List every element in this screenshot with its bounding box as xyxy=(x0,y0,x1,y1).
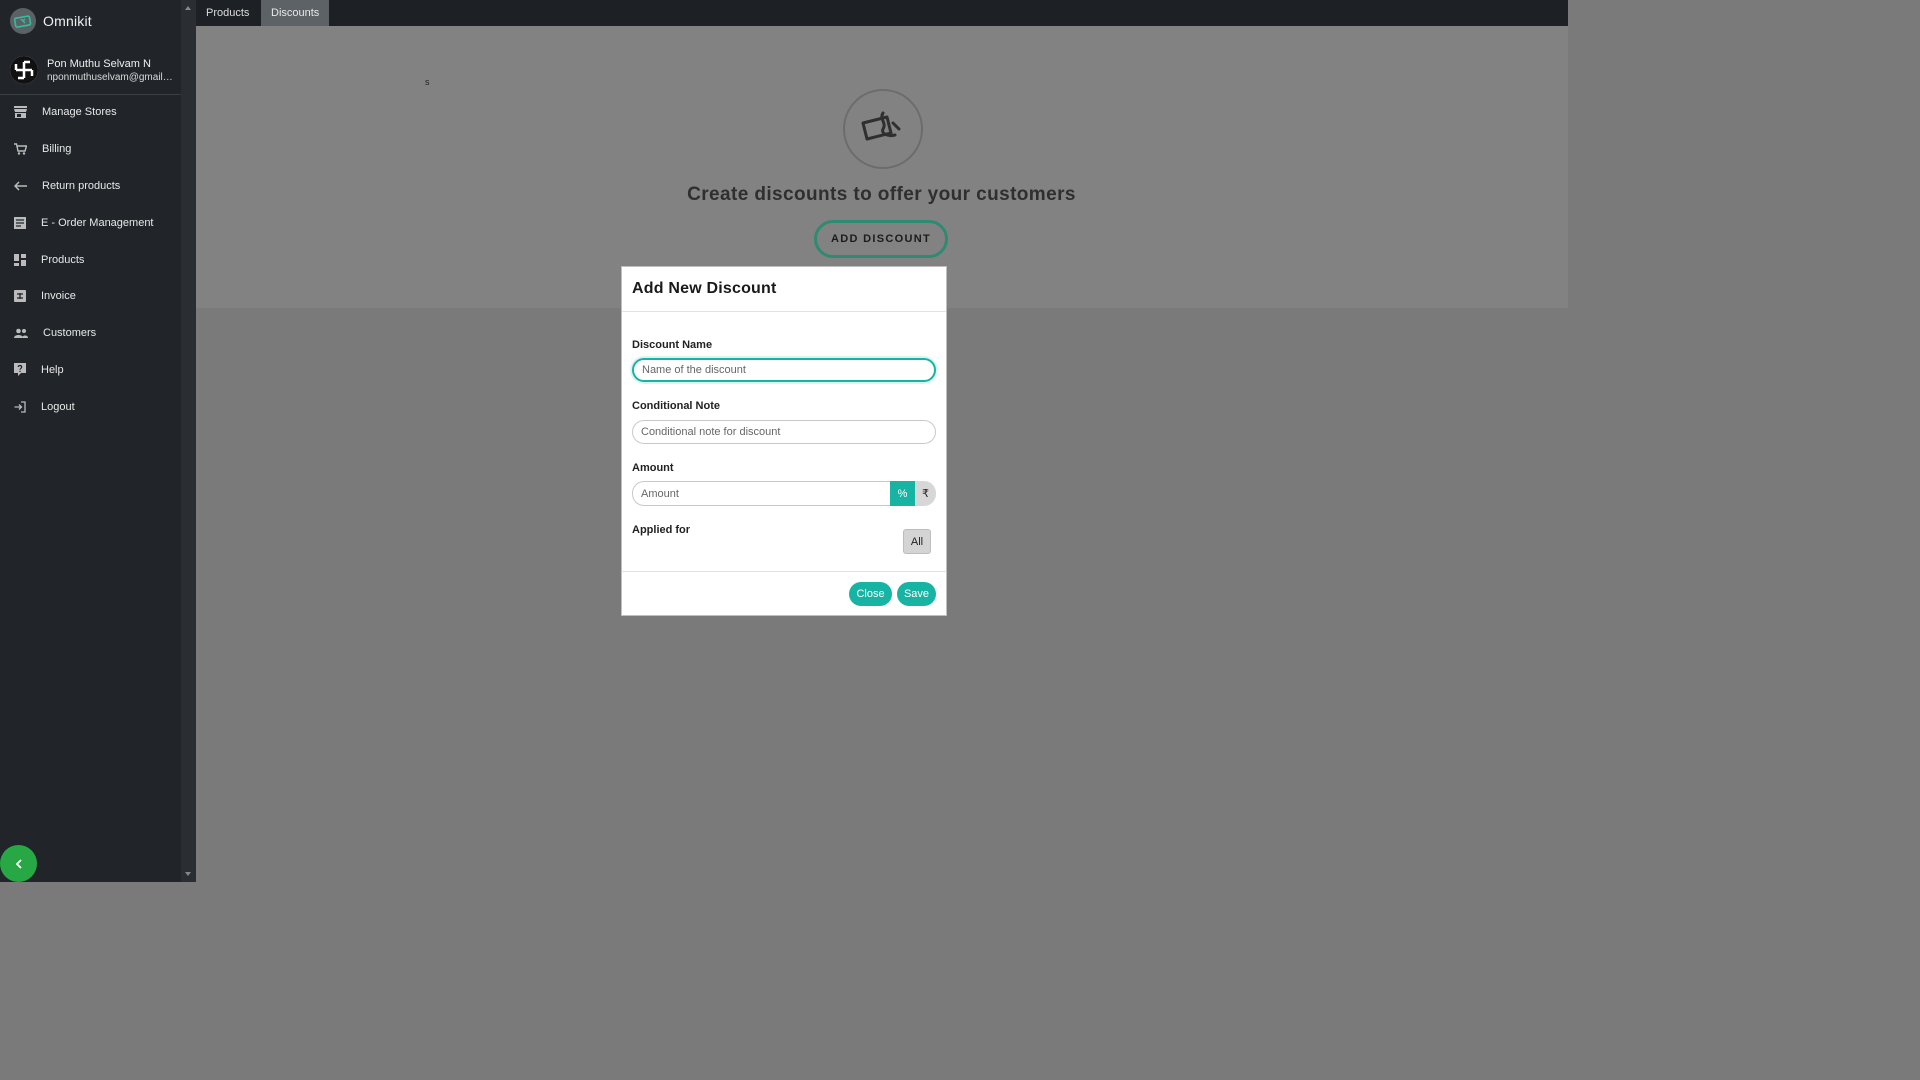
stray-text: s xyxy=(425,77,430,87)
invoice-icon xyxy=(14,290,26,303)
dashboard-grid-icon xyxy=(14,253,26,266)
help-icon xyxy=(14,363,26,377)
modal-header: Add New Discount xyxy=(622,267,946,312)
logout-icon xyxy=(14,401,26,413)
sidebar-item-label: E - Order Management xyxy=(41,216,154,229)
discount-name-input[interactable] xyxy=(632,358,936,382)
applied-for-label: Applied for xyxy=(632,524,691,536)
sidebar-item-billing[interactable]: Billing xyxy=(0,131,181,168)
add-discount-modal: Add New Discount Discount Name Condition… xyxy=(621,266,947,616)
discount-name-label: Discount Name xyxy=(632,339,713,351)
sidebar-item-logout[interactable]: Logout xyxy=(0,388,181,425)
rupee-toggle-button[interactable]: ₹ xyxy=(915,481,936,506)
scrollbar[interactable] xyxy=(181,0,196,882)
modal-footer-divider xyxy=(622,571,946,572)
sidebar-item-label: Customers xyxy=(43,327,97,340)
percent-toggle-button[interactable]: % xyxy=(890,481,915,506)
sidebar: Omnikit Pon Muthu Selvam N nponmuthuselv… xyxy=(0,0,181,882)
app-name: Omnikit xyxy=(43,13,92,29)
sidebar-item-products[interactable]: Products xyxy=(0,241,181,278)
applied-for-all-button[interactable]: All xyxy=(903,529,931,554)
sidebar-item-label: Return products xyxy=(42,179,121,192)
close-button[interactable]: Close xyxy=(849,582,892,606)
chevron-left-icon xyxy=(15,858,22,869)
sidebar-item-label: Logout xyxy=(41,400,75,413)
modal-title: Add New Discount xyxy=(632,280,777,297)
sidebar-nav: Manage Stores Billing Return products E … xyxy=(0,94,181,425)
brand[interactable]: Omnikit xyxy=(10,8,92,34)
user-email: nponmuthuselvam@gmail.c... xyxy=(47,72,175,83)
amount-label: Amount xyxy=(632,462,674,474)
return-arrow-icon xyxy=(14,181,27,191)
user-name: Pon Muthu Selvam N xyxy=(47,58,151,70)
list-icon xyxy=(14,216,26,229)
sidebar-item-e-order-management[interactable]: E - Order Management xyxy=(0,204,181,241)
tab-products[interactable]: Products xyxy=(196,0,259,26)
tab-bar: Products Discounts xyxy=(196,0,1568,26)
empty-state-title: Create discounts to offer your customers xyxy=(687,184,1076,205)
tab-discounts[interactable]: Discounts xyxy=(261,0,330,26)
people-icon xyxy=(14,328,28,339)
add-discount-button[interactable]: ADD DISCOUNT xyxy=(814,220,948,258)
save-button[interactable]: Save xyxy=(897,582,936,606)
sidebar-collapse-button[interactable] xyxy=(0,845,37,882)
amount-input[interactable] xyxy=(632,481,892,506)
sidebar-item-invoice[interactable]: Invoice xyxy=(0,278,181,315)
conditional-note-input[interactable] xyxy=(632,420,936,444)
sidebar-item-label: Billing xyxy=(42,143,72,156)
amount-input-group: % ₹ xyxy=(632,481,936,506)
sidebar-item-return-products[interactable]: Return products xyxy=(0,168,181,205)
cart-icon xyxy=(14,143,27,155)
avatar xyxy=(10,56,38,84)
omnikit-logo-icon xyxy=(10,8,36,34)
discount-ticket-icon xyxy=(843,89,923,169)
sidebar-item-label: Invoice xyxy=(41,290,76,303)
scroll-up-arrow-icon[interactable] xyxy=(185,6,191,10)
sidebar-item-label: Manage Stores xyxy=(42,106,117,119)
user-profile: Pon Muthu Selvam N nponmuthuselvam@gmail… xyxy=(0,46,181,95)
store-icon xyxy=(14,106,27,119)
sidebar-item-manage-stores[interactable]: Manage Stores xyxy=(0,94,181,131)
scroll-down-arrow-icon[interactable] xyxy=(185,872,191,876)
sidebar-item-help[interactable]: Help xyxy=(0,352,181,389)
sidebar-item-customers[interactable]: Customers xyxy=(0,315,181,352)
sidebar-item-label: Products xyxy=(41,253,85,266)
sidebar-item-label: Help xyxy=(41,363,64,376)
conditional-note-label: Conditional Note xyxy=(632,400,720,412)
